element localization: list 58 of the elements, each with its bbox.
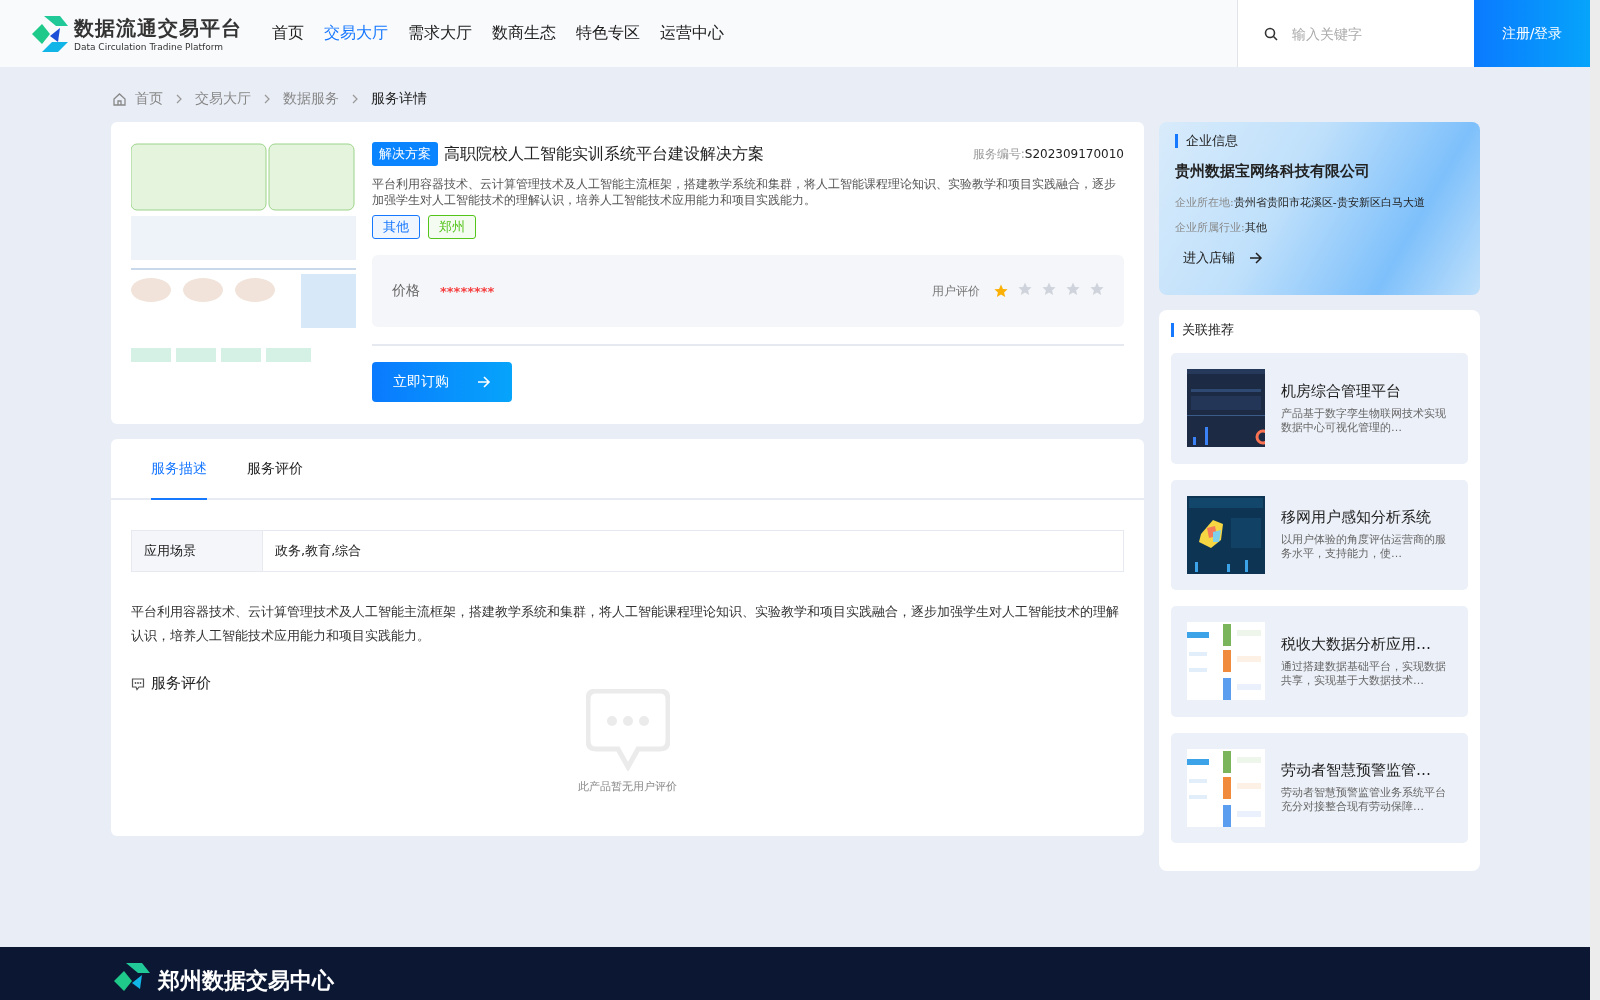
item-title: 移网用户感知分析系统 <box>1281 508 1432 528</box>
site-subtitle: Data Circulation Tradine Platform <box>74 42 225 52</box>
section-heading: 企业信息 <box>1175 134 1464 148</box>
item-summary: 以用户体验的角度评估运营商的服务水平，支持能力，使… <box>1281 533 1447 562</box>
service-number-label: 服务编号: <box>972 146 1025 161</box>
product-description: 平台利用容器技术、云计算管理技术及人工智能主流框架，搭建教学系统和集群，将人工智能课程理论知识、实验教学和项目实践融合，逐步加强学生对人工智能技术的理解认识，培养人工智能技术应用能力和项目实践能力。 <box>372 176 1117 208</box>
empty-message: 此产品暂无用户评价 <box>578 779 677 794</box>
arrow-icon <box>477 376 491 388</box>
section-heading: 服务评价 <box>151 674 211 693</box>
related-item[interactable]: 机房综合管理平台 产品基于数字孪生物联网技术实现数据中心可视化管理的… <box>1171 353 1468 464</box>
item-title: 劳动者智慧预警监管… <box>1281 761 1432 781</box>
nav-link[interactable]: 运营中心 <box>660 23 724 44</box>
site-title: 数据流通交易平台 <box>74 15 242 42</box>
nav-link[interactable]: 特色专区 <box>576 23 640 44</box>
shop-link[interactable]: 进入店铺 <box>1183 249 1464 267</box>
rating-label: 用户评价 <box>932 282 980 300</box>
category-badge: 解决方案 <box>372 142 438 166</box>
item-summary: 劳动者智慧预警监管业务系统平台充分对接整合现有劳动保障… <box>1281 786 1447 815</box>
price-value: ******** <box>440 283 495 299</box>
current-page-label: 服务详情 <box>371 90 427 108</box>
item-summary: 产品基于数字孪生物联网技术实现数据中心可视化管理的… <box>1281 406 1447 435</box>
field-label: 企业所属行业: <box>1175 221 1245 234</box>
search-icon <box>1264 26 1278 41</box>
chevron-icon <box>175 93 183 105</box>
service-number-value: S202309170010 <box>1024 146 1124 161</box>
item-summary: 通过搭建数据基础平台，实现数据共享，实现基于大数据技术… <box>1281 659 1447 688</box>
tag: 其他 <box>372 215 420 239</box>
chevron-icon <box>263 93 271 105</box>
nav-link[interactable]: 数商生态 <box>492 23 556 44</box>
item-title: 机房综合管理平台 <box>1281 381 1402 401</box>
price-label: 价格 <box>392 282 420 300</box>
field-value: 其他 <box>1244 221 1267 234</box>
nav-link[interactable]: 首页 <box>272 23 304 44</box>
tab[interactable]: 服务评价 <box>247 439 303 500</box>
nav-link[interactable]: 需求大厅 <box>408 23 472 44</box>
service-description: 平台利用容器技术、云计算管理技术及人工智能主流框架，搭建教学系统和集群，将人工智能课程理论知识、实验教学和项目实践融合，逐步加强学生对人工智能技术的理解认识，培养人工智能技术应用能力和项目实践能力。 <box>131 603 1120 645</box>
home-icon <box>112 91 127 107</box>
field-label: 企业所在地: <box>1175 196 1234 209</box>
related-item[interactable]: 移网用户感知分析系统 以用户体验的角度评估运营商的服务水平，支持能力，使… <box>1171 479 1468 590</box>
company-name: 贵州数据宝网络科技有限公司 <box>1175 162 1371 181</box>
field-value: 贵州省贵阳市花溪区-贵安新区白马大道 <box>1233 196 1425 209</box>
nav-link[interactable]: 交易大厅 <box>324 23 388 44</box>
tag: 郑州 <box>428 215 476 239</box>
related-item[interactable]: 劳动者智慧预警监管… 劳动者智慧预警监管业务系统平台充分对接整合现有劳动保障… <box>1171 732 1468 843</box>
related-item[interactable]: 税收大数据分析应用… 通过搭建数据基础平台，实现数据共享，实现基于大数据技术… <box>1171 606 1468 717</box>
attribute-value: 政务,教育,综合 <box>274 542 362 560</box>
search-field[interactable]: 输入关键字 <box>1290 24 1444 43</box>
logo-icon <box>30 13 70 54</box>
order-button[interactable]: 立即订购 <box>372 362 512 402</box>
product-title: 高职院校人工智能实训系统平台建设解决方案 <box>444 143 765 165</box>
comment-icon <box>131 676 145 691</box>
footer-title: 郑州数据交易中心 <box>158 967 334 995</box>
attribute-name: 应用场景 <box>132 531 263 571</box>
item-title: 税收大数据分析应用… <box>1281 634 1432 654</box>
section-heading: 关联推荐 <box>1171 323 1468 337</box>
tab[interactable]: 服务描述 <box>151 439 207 500</box>
chevron-icon <box>351 93 359 105</box>
arrow-icon <box>1249 252 1263 264</box>
